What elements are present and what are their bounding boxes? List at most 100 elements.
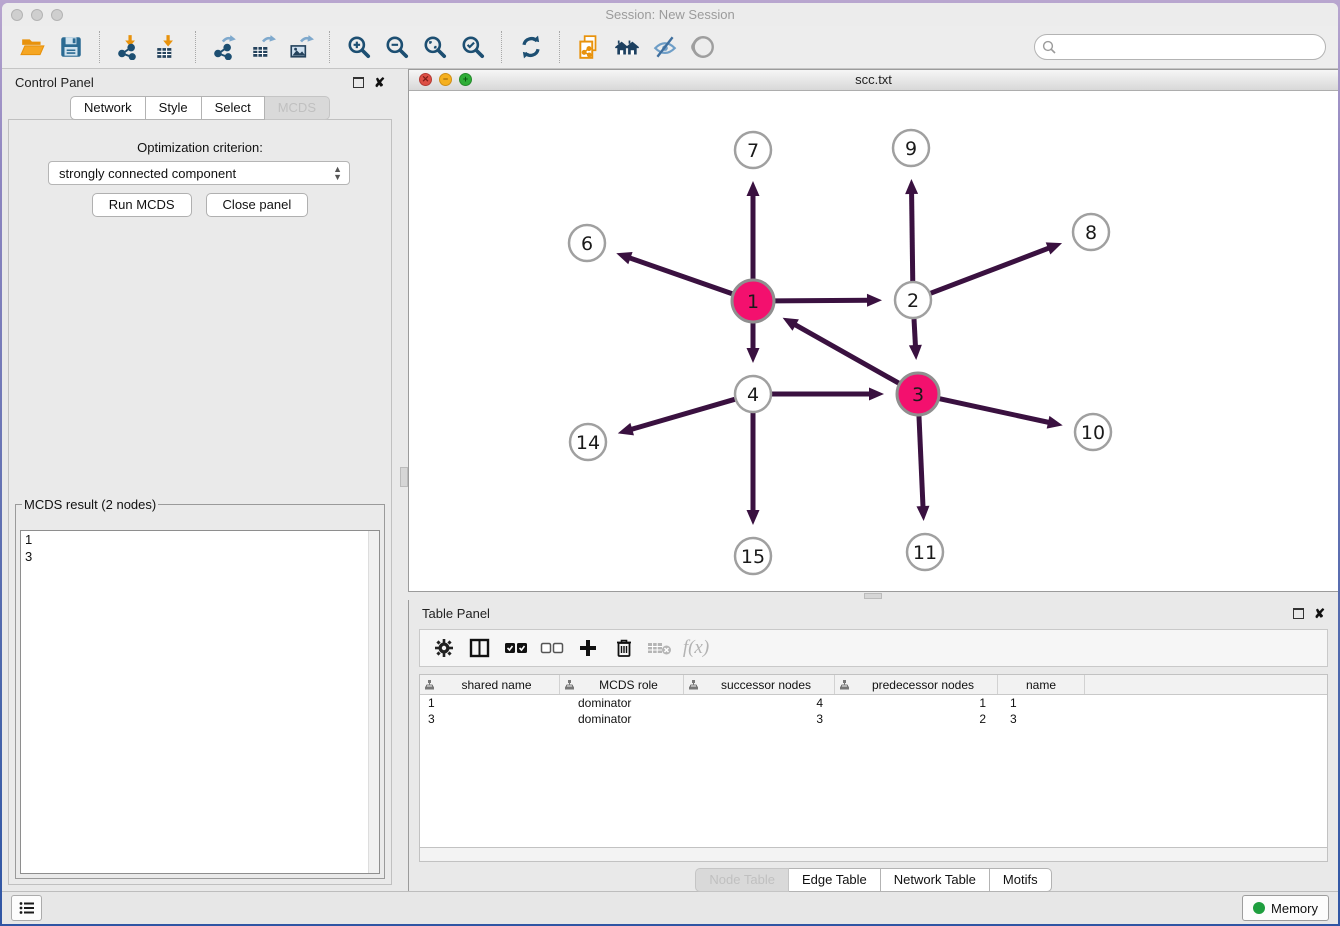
tab-motifs[interactable]: Motifs [990, 868, 1052, 892]
network-graph[interactable]: 1234678910111415 [409, 91, 1338, 591]
node-label-7: 7 [747, 140, 759, 162]
column-header-shared-name[interactable]: shared name [420, 675, 560, 694]
table-settings-button[interactable] [430, 634, 458, 662]
unselect-all-button[interactable] [538, 634, 566, 662]
close-panel-icon[interactable]: ✘ [1314, 607, 1325, 620]
tab-network[interactable]: Network [70, 96, 146, 120]
attribute-tree-icon [840, 680, 849, 690]
column-header-predecessor-nodes[interactable]: predecessor nodes [835, 675, 998, 694]
table-panel-header: Table Panel ✘ [409, 600, 1338, 627]
duplicate-network-icon [576, 34, 602, 60]
list-icon [19, 901, 35, 915]
node-label-1: 1 [747, 291, 759, 313]
tab-node-table[interactable]: Node Table [695, 868, 789, 892]
table-cell: 1 [835, 695, 998, 711]
table-cell: 3 [998, 711, 1085, 727]
network-canvas[interactable]: 1234678910111415 [409, 91, 1338, 591]
column-header-MCDS-role[interactable]: MCDS role [560, 675, 684, 694]
horizontal-splitter[interactable] [408, 592, 1338, 600]
session-title: Session: New Session [2, 7, 1338, 22]
table-cell: dominator [560, 695, 684, 711]
run-mcds-button[interactable]: Run MCDS [92, 193, 192, 217]
float-panel-icon[interactable] [353, 77, 364, 88]
mcds-result-list[interactable]: 13 [20, 530, 380, 874]
splitter-handle[interactable] [864, 593, 882, 599]
splitter-handle[interactable] [400, 467, 408, 487]
attribute-tree-icon [565, 680, 574, 690]
result-scrollbar[interactable] [368, 531, 379, 873]
zoom-fit-icon [422, 34, 448, 60]
vertical-splitter[interactable] [398, 69, 408, 891]
main-titlebar: Session: New Session [2, 3, 1338, 26]
table-panel: Table Panel ✘ [408, 600, 1338, 891]
network-titlebar: ✕ − + scc.txt [409, 70, 1338, 91]
export-table-button[interactable] [248, 32, 278, 62]
control-panel-header: Control Panel ✘ [2, 69, 398, 96]
table-row[interactable]: 3dominator323 [420, 711, 1327, 727]
criterion-dropdown[interactable]: strongly connected component ▲▼ [48, 161, 350, 185]
duplicate-network-button[interactable] [574, 32, 604, 62]
unselect-all-icon [540, 640, 564, 656]
zoom-selected-icon [460, 34, 486, 60]
control-panel-tabs: NetworkStyleSelectMCDS [2, 96, 398, 120]
node-label-15: 15 [741, 546, 765, 568]
tab-style[interactable]: Style [146, 96, 202, 120]
export-network-button[interactable] [210, 32, 240, 62]
zoom-out-button[interactable] [382, 32, 412, 62]
open-file-button[interactable] [18, 32, 48, 62]
column-header-successor-nodes[interactable]: successor nodes [684, 675, 835, 694]
close-panel-icon[interactable]: ✘ [374, 76, 385, 89]
import-network-button[interactable] [114, 32, 144, 62]
show-columns-button[interactable] [466, 634, 494, 662]
tab-edge-table[interactable]: Edge Table [789, 868, 881, 892]
column-header-name[interactable]: name [998, 675, 1085, 694]
network-title: scc.txt [409, 72, 1338, 87]
search-input[interactable] [1034, 34, 1326, 60]
table-scrollbar[interactable] [419, 848, 1328, 862]
close-panel-button[interactable]: Close panel [206, 193, 309, 217]
table-header-row: shared nameMCDS rolesuccessor nodesprede… [420, 675, 1327, 695]
table-cell: 1 [420, 695, 560, 711]
graph-edge-1-2[interactable] [775, 300, 870, 301]
gear-icon [434, 638, 454, 658]
first-neighbors-button[interactable] [612, 32, 642, 62]
tab-select[interactable]: Select [202, 96, 265, 120]
destroy-table-button [646, 634, 674, 662]
graph-edge-4-14[interactable] [629, 399, 734, 430]
task-history-button[interactable] [11, 895, 42, 921]
show-all-button[interactable] [688, 32, 718, 62]
graph-edge-2-9[interactable] [912, 191, 913, 281]
add-row-button[interactable] [574, 634, 602, 662]
function-builder-button: f(x) [682, 634, 710, 662]
graph-edge-3-10[interactable] [939, 399, 1050, 423]
float-panel-icon[interactable] [1293, 608, 1304, 619]
graph-edge-1-6[interactable] [628, 257, 733, 294]
apply-layout-button[interactable] [516, 32, 546, 62]
select-all-button[interactable] [502, 634, 530, 662]
zoom-fit-button[interactable] [420, 32, 450, 62]
export-image-button[interactable] [286, 32, 316, 62]
table-cell: dominator [560, 711, 684, 727]
mcds-result-node: 1 [21, 531, 379, 548]
graph-edge-3-11[interactable] [919, 416, 923, 509]
main-toolbar [2, 26, 1338, 69]
zoom-selected-button[interactable] [458, 32, 488, 62]
import-table-button[interactable] [152, 32, 182, 62]
tab-mcds[interactable]: MCDS [265, 96, 330, 120]
houses-icon [613, 34, 641, 60]
delete-row-button[interactable] [610, 634, 638, 662]
table-row[interactable]: 1dominator411 [420, 695, 1327, 711]
graph-edge-2-8[interactable] [931, 247, 1051, 293]
tab-network-table[interactable]: Network Table [881, 868, 990, 892]
memory-button[interactable]: Memory [1242, 895, 1329, 921]
hide-selected-button[interactable] [650, 32, 680, 62]
edge-arrowhead [905, 179, 918, 194]
zoom-in-icon [346, 34, 372, 60]
graph-edge-2-3[interactable] [914, 319, 916, 348]
eye-disabled-icon [690, 34, 716, 60]
save-session-button[interactable] [56, 32, 86, 62]
graph-edge-3-1[interactable] [793, 324, 899, 384]
edge-arrowhead [747, 181, 760, 196]
zoom-in-button[interactable] [344, 32, 374, 62]
import-table-icon [154, 34, 180, 60]
